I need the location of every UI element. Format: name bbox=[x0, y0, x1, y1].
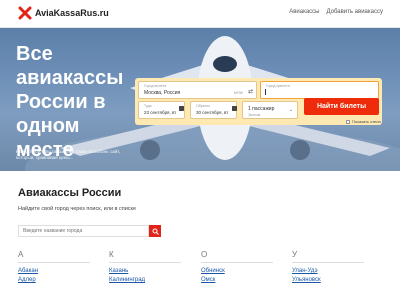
letter-column: К Казань Калининград bbox=[109, 250, 181, 285]
search-icon bbox=[152, 228, 159, 235]
letter-heading: А bbox=[18, 250, 90, 263]
city-search-button[interactable] bbox=[149, 225, 161, 237]
calendar-icon[interactable] bbox=[232, 106, 237, 111]
find-tickets-button[interactable]: Найти билеты bbox=[304, 98, 379, 115]
text-cursor bbox=[265, 89, 266, 95]
nav-link-aviakassy[interactable]: Авиакассы bbox=[289, 9, 319, 15]
checkbox-box[interactable] bbox=[346, 119, 350, 124]
letter-column: А Абакан Адлер bbox=[18, 250, 90, 285]
city-link[interactable]: Казань bbox=[109, 267, 181, 276]
header: AviaKassaRus.ru Авиакассы Добавить авиак… bbox=[0, 0, 400, 28]
show-hotels-label: Показать отели bbox=[352, 119, 381, 124]
date-back-field[interactable]: Обратно 30 сентября, вт bbox=[190, 101, 237, 119]
there-label: Туда bbox=[144, 104, 152, 108]
city-link[interactable]: Улан-Удэ bbox=[292, 267, 364, 276]
chevron-down-icon: ⌄ bbox=[288, 107, 293, 113]
letter-column: О Обнинск Омск bbox=[201, 250, 273, 285]
logo[interactable]: AviaKassaRus.ru bbox=[18, 6, 109, 20]
nav-link-add[interactable]: Добавить авиакассу bbox=[327, 9, 384, 15]
date-there-field[interactable]: Туда 23 сентября, вт bbox=[138, 101, 185, 119]
plane-x-icon bbox=[18, 6, 32, 20]
city-search-input[interactable] bbox=[18, 225, 149, 237]
to-label: Город прилета bbox=[266, 84, 290, 88]
passengers-select[interactable]: 1 пассажир Эконом ⌄ bbox=[242, 101, 298, 119]
section-title: Авиакассы России bbox=[18, 187, 122, 199]
city-link[interactable]: Абакан bbox=[18, 267, 90, 276]
to-field[interactable]: Город прилета bbox=[260, 81, 379, 99]
show-hotels-checkbox[interactable]: Показать отели bbox=[346, 119, 381, 124]
calendar-icon[interactable] bbox=[179, 106, 184, 111]
swap-icon[interactable]: ⇄ bbox=[248, 88, 253, 95]
from-label: Город вылета bbox=[144, 84, 167, 88]
from-code: MOW bbox=[234, 91, 243, 95]
letter-heading: О bbox=[201, 250, 273, 263]
top-nav: Авиакассы Добавить авиакассу bbox=[289, 9, 383, 15]
section-subtitle: Найдите свой город через поиск, или в сп… bbox=[18, 206, 137, 212]
logo-text: AviaKassaRus.ru bbox=[35, 8, 109, 18]
hero-subtitle: Найдите билеты самым быстрым способом: с… bbox=[16, 149, 121, 160]
from-value: Москва, Россия bbox=[144, 90, 181, 96]
class-value: Эконом bbox=[248, 113, 261, 117]
letter-heading: У bbox=[292, 250, 364, 263]
letter-heading: К bbox=[109, 250, 181, 263]
from-field[interactable]: Город вылета Москва, Россия MOW ⇄ bbox=[138, 81, 257, 99]
letter-column: У Улан-Удэ Ульяновск bbox=[292, 250, 364, 285]
city-link[interactable]: Обнинск bbox=[201, 267, 273, 276]
there-value: 23 сентября, вт bbox=[144, 110, 177, 115]
passengers-value: 1 пассажир bbox=[248, 106, 275, 112]
back-label: Обратно bbox=[196, 104, 211, 108]
back-value: 30 сентября, вт bbox=[196, 110, 229, 115]
hero-title: Все авиакассы России в одном месте bbox=[16, 43, 124, 161]
